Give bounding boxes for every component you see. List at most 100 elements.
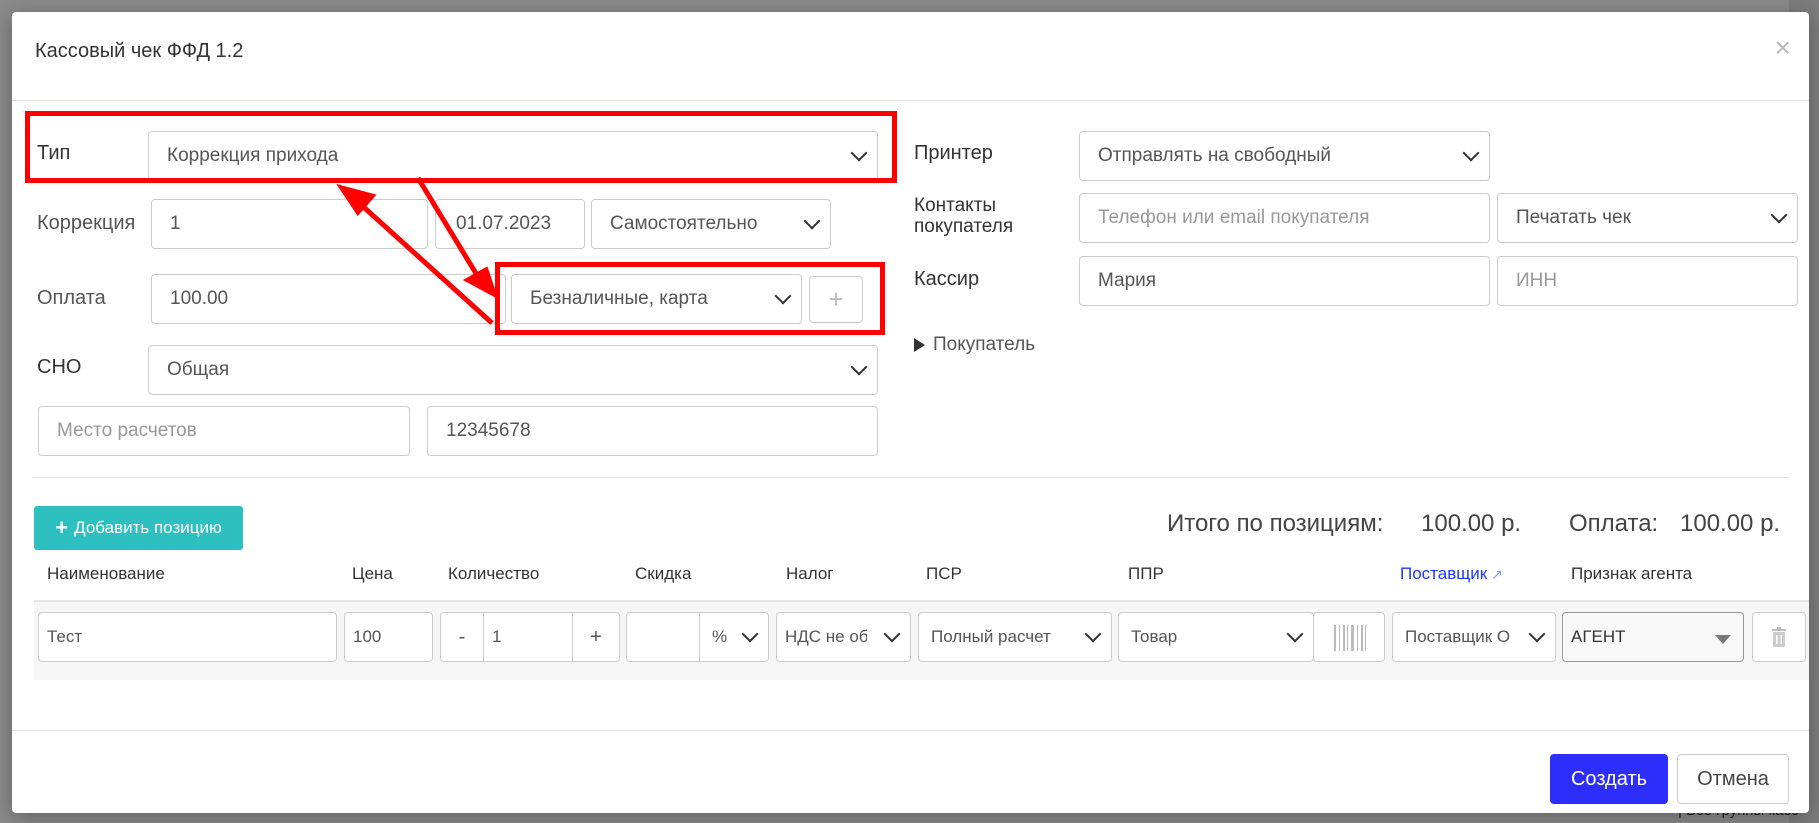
delete-item-button[interactable] [1752, 612, 1806, 662]
create-button[interactable]: Создать [1550, 754, 1668, 804]
payment-amount-value: 100.00 [170, 288, 229, 309]
sno-label: СНО [37, 356, 82, 378]
chevron-down-icon [1286, 625, 1304, 643]
cashier-name-value: Мария [1098, 270, 1157, 291]
correction-kind-value: Самостоятельно [610, 213, 758, 234]
external-link-icon: ↗ [1491, 566, 1503, 582]
type-value: Коррекция прихода [167, 145, 339, 166]
col-agent: Признак агента [1571, 564, 1693, 583]
correction-kind-select[interactable]: Самостоятельно [591, 199, 831, 249]
payment-total-value: 100.00 р. [1680, 510, 1781, 537]
items-total-value: 100.00 р. [1421, 510, 1522, 537]
type-select[interactable]: Коррекция прихода [148, 131, 878, 181]
item-discount-input[interactable] [626, 612, 700, 662]
correction-number-value: 1 [170, 213, 181, 234]
chevron-down-icon [883, 625, 901, 643]
item-psr-select[interactable]: Полный расчет [918, 612, 1112, 662]
item-tax-select[interactable]: НДС не облагается [776, 612, 911, 662]
chevron-down-icon [1528, 625, 1546, 643]
items-total-label: Итого по позициям: [1167, 510, 1384, 537]
add-item-button[interactable]: + Добавить позицию [34, 506, 243, 550]
buyer-contact-input[interactable]: Телефон или email покупателя [1079, 193, 1490, 243]
item-agent-value: АГЕНТ [1571, 627, 1626, 646]
col-ppr: ППР [1128, 564, 1164, 583]
item-price-input[interactable]: 100 [344, 612, 433, 662]
add-payment-button[interactable]: + [809, 276, 863, 323]
payment-total-label: Оплата: [1569, 510, 1659, 537]
col-discount: Скидка [635, 564, 692, 583]
receipt-modal: Кассовый чек ФФД 1.2 × Тип Коррекция при… [12, 12, 1809, 813]
qty-minus-button[interactable]: - [440, 612, 484, 662]
place-input[interactable]: Место расчетов [38, 406, 410, 456]
payment-method-select[interactable]: Безналичные, карта [511, 274, 802, 324]
buyer-toggle[interactable]: Покупатель [914, 334, 1035, 356]
trash-icon [1772, 627, 1786, 647]
col-tax: Налог [786, 564, 834, 583]
col-supplier: Поставщик [1400, 564, 1488, 583]
close-icon[interactable]: × [1775, 34, 1791, 62]
print-mode-value: Печатать чек [1516, 207, 1631, 228]
item-name-input[interactable]: Тест [38, 612, 337, 662]
modal-header: Кассовый чек ФФД 1.2 × [12, 12, 1809, 101]
caret-down-icon [1715, 635, 1731, 644]
col-price: Цена [352, 564, 393, 583]
item-name-value: Тест [47, 627, 83, 646]
printer-label: Принтер [914, 142, 993, 164]
chevron-down-icon [850, 358, 868, 376]
item-agent-select[interactable]: АГЕНТ [1562, 612, 1744, 662]
correction-date-input[interactable]: 01.07.2023 [435, 199, 585, 249]
place-code-value: 12345678 [446, 420, 531, 441]
item-supplier-value: Поставщик О [1405, 627, 1511, 646]
discount-unit-value: % [712, 627, 728, 646]
correction-date-value: 01.07.2023 [456, 213, 552, 234]
sno-select[interactable]: Общая [148, 345, 878, 395]
cashier-inn-input[interactable]: ИНН [1497, 256, 1798, 306]
payment-method-value: Безналичные, карта [530, 288, 708, 309]
buyer-contact-placeholder: Телефон или email покупателя [1098, 207, 1370, 228]
item-qty-value: 1 [492, 627, 502, 646]
item-ppr-value: Товар [1131, 627, 1178, 646]
item-psr-value: Полный расчет [931, 627, 1051, 646]
item-qty-input[interactable]: 1 [483, 612, 573, 662]
chevron-down-icon [1770, 206, 1788, 224]
plus-icon: + [55, 515, 69, 540]
item-supplier-select[interactable]: Поставщик О [1392, 612, 1556, 662]
col-qty: Количество [448, 564, 540, 583]
footer-divider [12, 730, 1809, 731]
item-tax-value: НДС не облагается [785, 627, 867, 646]
qty-plus-button[interactable]: + [572, 612, 620, 662]
item-ppr-select[interactable]: Товар [1118, 612, 1314, 662]
discount-unit-select[interactable]: % [699, 612, 769, 662]
cashier-inn-placeholder: ИНН [1516, 270, 1558, 291]
modal-title: Кассовый чек ФФД 1.2 [35, 40, 244, 62]
contacts-label: Контакты покупателя [914, 195, 1013, 237]
payment-amount-input[interactable]: 100.00 [151, 274, 506, 324]
chevron-down-icon [774, 287, 792, 305]
chevron-down-icon [1084, 625, 1102, 643]
contacts-label-line2: покупателя [914, 216, 1014, 237]
type-label: Тип [37, 142, 71, 164]
buyer-toggle-label: Покупатель [933, 334, 1036, 355]
chevron-down-icon [803, 212, 821, 230]
correction-label: Коррекция [37, 212, 136, 234]
barcode-button[interactable] [1313, 612, 1385, 662]
item-price-value: 100 [353, 627, 382, 646]
col-name: Наименование [47, 564, 165, 583]
printer-value: Отправлять на свободный [1098, 145, 1331, 166]
col-psr: ПСР [926, 564, 962, 583]
chevron-down-icon [850, 144, 868, 162]
printer-select[interactable]: Отправлять на свободный [1079, 131, 1490, 181]
payment-label: Оплата [37, 287, 106, 309]
col-supplier-link[interactable]: Поставщик ↗ [1400, 564, 1503, 584]
cancel-button[interactable]: Отмена [1677, 754, 1789, 804]
chevron-down-icon [741, 625, 759, 643]
cashier-name-input[interactable]: Мария [1079, 256, 1490, 306]
correction-number-input[interactable]: 1 [151, 199, 428, 249]
cashier-label: Кассир [914, 268, 980, 290]
section-divider [32, 477, 1789, 478]
triangle-right-icon [914, 337, 925, 352]
place-placeholder: Место расчетов [57, 420, 197, 441]
place-code-input[interactable]: 12345678 [427, 406, 878, 456]
print-mode-select[interactable]: Печатать чек [1497, 193, 1798, 243]
sno-value: Общая [167, 359, 230, 380]
